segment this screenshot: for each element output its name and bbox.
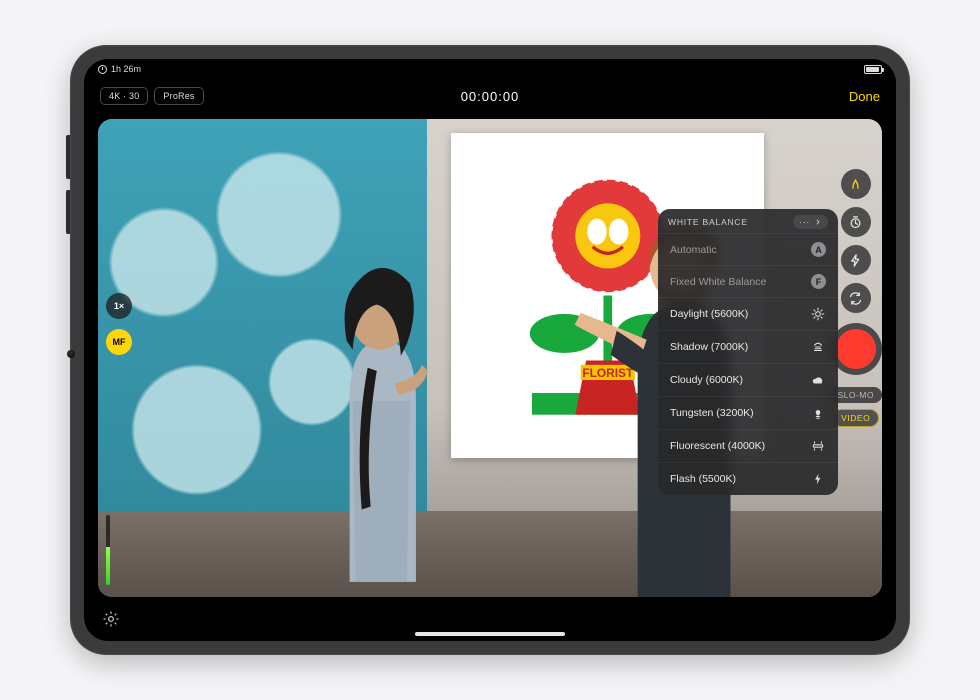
- home-indicator[interactable]: [415, 632, 565, 636]
- timecode: 00:00:00: [461, 89, 520, 104]
- mode-video[interactable]: VIDEO: [832, 409, 879, 427]
- flash-button[interactable]: [841, 245, 871, 275]
- wb-option-fluorescent[interactable]: Fluorescent (4000K): [658, 429, 838, 462]
- timer-button[interactable]: [841, 207, 871, 237]
- recording-remaining: 1h 26m: [111, 64, 141, 74]
- wb-option-tungsten[interactable]: Tungsten (3200K): [658, 396, 838, 429]
- wb-option-label: Fluorescent (4000K): [670, 440, 765, 452]
- focus-mode-label: MF: [113, 337, 126, 347]
- done-button[interactable]: Done: [849, 89, 880, 104]
- status-bar: 1h 26m: [84, 59, 896, 79]
- format-chip[interactable]: 4K · 30: [100, 87, 148, 105]
- wb-panel-more[interactable]: ···: [793, 215, 828, 229]
- chevron-right-icon: [814, 218, 822, 226]
- top-toolbar: 4K · 30 ProRes 00:00:00 Done: [84, 81, 896, 111]
- white-balance-panel: WHITE BALANCE ··· Automatic A Fixed Whit…: [658, 209, 838, 495]
- clock-icon: [98, 65, 107, 74]
- settings-button[interactable]: [100, 608, 122, 630]
- wb-option-label: Daylight (5600K): [670, 308, 748, 320]
- bulb-icon: [810, 405, 826, 421]
- wb-option-daylight[interactable]: Daylight (5600K): [658, 297, 838, 330]
- sun-icon: [810, 306, 826, 322]
- wb-option-label: Flash (5500K): [670, 473, 736, 485]
- zoom-label: 1×: [114, 301, 124, 311]
- wb-option-label: Automatic: [670, 244, 717, 256]
- auto-badge-icon: A: [811, 242, 826, 257]
- wb-option-automatic[interactable]: Automatic A: [658, 233, 838, 265]
- wb-option-label: Fixed White Balance: [670, 276, 766, 288]
- shadow-icon: [810, 339, 826, 355]
- wb-option-cloudy[interactable]: Cloudy (6000K): [658, 363, 838, 396]
- codec-chip[interactable]: ProRes: [154, 87, 203, 105]
- wb-option-flash[interactable]: Flash (5500K): [658, 462, 838, 495]
- wb-panel-more-label: ···: [799, 217, 810, 227]
- fluorescent-icon: [810, 438, 826, 454]
- ipad-device-frame: 1h 26m 4K · 30 ProRes 00:00:00 Done: [70, 45, 910, 655]
- switch-camera-button[interactable]: [841, 283, 871, 313]
- wb-option-shadow[interactable]: Shadow (7000K): [658, 330, 838, 363]
- flash-icon: [810, 471, 826, 487]
- wb-panel-title: WHITE BALANCE: [668, 217, 748, 227]
- wb-option-label: Tungsten (3200K): [670, 407, 754, 419]
- battery-icon: [864, 65, 882, 74]
- front-camera-dot: [67, 350, 75, 358]
- wb-option-fixed[interactable]: Fixed White Balance F: [658, 265, 838, 297]
- record-indicator-icon: [836, 329, 876, 369]
- bottom-bar: [84, 597, 896, 641]
- exposure-button[interactable]: [841, 169, 871, 199]
- audio-level-meter: [106, 515, 110, 585]
- cloud-icon: [810, 372, 826, 388]
- wb-option-label: Cloudy (6000K): [670, 374, 743, 386]
- fixed-badge-icon: F: [811, 274, 826, 289]
- wb-option-label: Shadow (7000K): [670, 341, 748, 353]
- screen: 1h 26m 4K · 30 ProRes 00:00:00 Done: [84, 59, 896, 641]
- zoom-badge[interactable]: 1×: [106, 293, 132, 319]
- gear-icon: [102, 610, 120, 628]
